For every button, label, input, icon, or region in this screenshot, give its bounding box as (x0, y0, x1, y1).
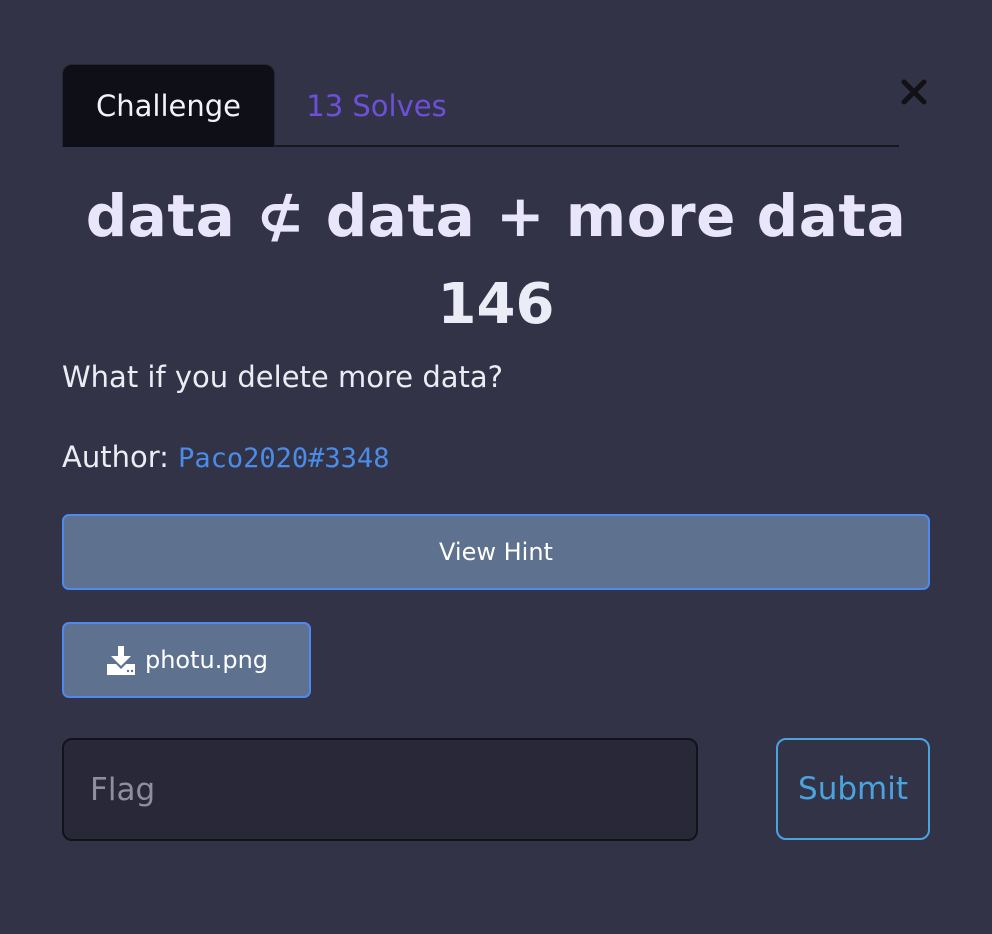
submit-button[interactable]: Submit (776, 738, 930, 840)
author-line: Author: Paco2020#3348 (62, 440, 389, 474)
challenge-modal: Challenge 13 Solves data ⊄ data + more d… (0, 0, 992, 934)
view-hint-label: View Hint (439, 538, 553, 566)
download-icon (106, 646, 135, 675)
challenge-title: data ⊄ data + more data (85, 182, 907, 250)
author-label: Author: (62, 440, 179, 474)
challenge-points: 146 (437, 272, 555, 337)
close-icon[interactable] (898, 76, 930, 108)
flag-input[interactable] (62, 738, 698, 841)
tab-challenge[interactable]: Challenge (62, 64, 275, 147)
view-hint-button[interactable]: View Hint (62, 514, 930, 590)
file-name-label: photu.png (144, 646, 269, 674)
author-name[interactable]: Paco2020#3348 (178, 443, 389, 474)
download-file-button[interactable]: photu.png (62, 622, 311, 698)
challenge-description: What if you delete more data? (62, 360, 504, 394)
challenge-tabs: Challenge 13 Solves (62, 64, 899, 147)
submit-label: Submit (798, 771, 908, 807)
tab-solves[interactable]: 13 Solves (294, 64, 459, 147)
